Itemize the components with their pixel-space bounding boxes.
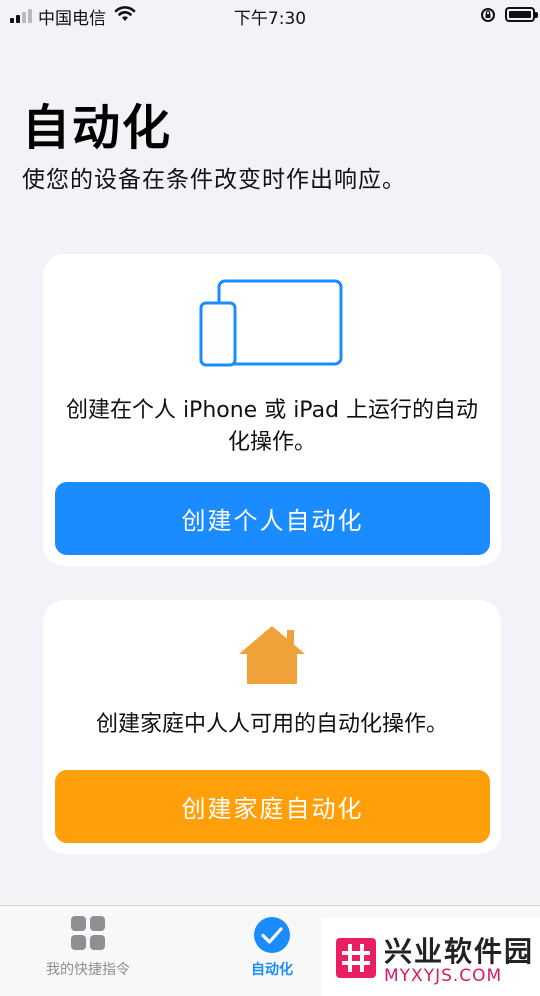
battery-icon <box>505 7 538 22</box>
watermark-badge: 兴业软件园 MYXYJS.COM <box>322 918 540 996</box>
status-bar: 中国电信 下午7:30 <box>0 0 540 30</box>
personal-automation-card: 创建在个人 iPhone 或 iPad 上运行的自动化操作。 创建个人自动化 <box>43 254 501 566</box>
home-automation-card: 创建家庭中人人可用的自动化操作。 创建家庭自动化 <box>43 600 501 854</box>
tab-my-shortcuts-label: 我的快捷指令 <box>46 962 130 978</box>
clock-time: 下午7:30 <box>233 9 307 29</box>
create-personal-automation-button[interactable]: 创建个人自动化 <box>55 482 490 555</box>
page-subtitle: 使您的设备在条件改变时作出响应。 <box>22 167 406 193</box>
watermark-url: MYXYJS.COM <box>384 966 503 986</box>
rotation-lock-icon <box>480 7 496 28</box>
grid-icon <box>71 916 105 954</box>
checkmark-circle-icon <box>253 916 291 958</box>
tab-my-shortcuts[interactable]: 我的快捷指令 <box>8 906 168 996</box>
personal-automation-description: 创建在个人 iPhone 或 iPad 上运行的自动化操作。 <box>65 398 479 455</box>
create-home-automation-button[interactable]: 创建家庭自动化 <box>55 770 490 843</box>
iphone-ipad-icon <box>199 278 345 374</box>
house-icon <box>237 622 307 690</box>
hashtag-logo-icon <box>336 938 376 982</box>
page-title: 自动化 <box>22 100 173 156</box>
watermark-title: 兴业软件园 <box>384 935 535 968</box>
home-automation-description: 创建家庭中人人可用的自动化操作。 <box>95 712 448 737</box>
